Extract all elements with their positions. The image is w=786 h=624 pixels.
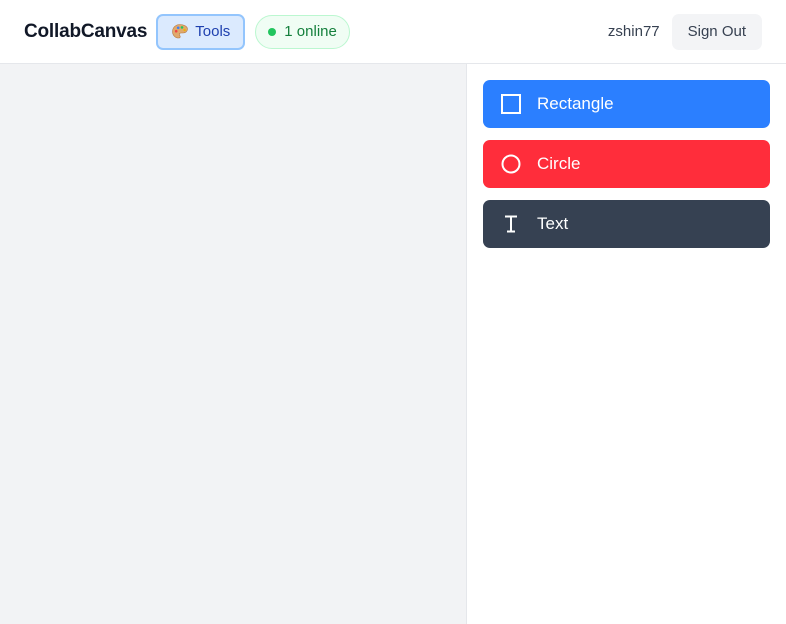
online-status-badge: 1 online: [255, 14, 350, 49]
circle-icon: [501, 154, 521, 174]
tools-toggle-label: Tools: [195, 23, 231, 40]
text-tool-label: Text: [537, 214, 569, 233]
circle-tool-button[interactable]: Circle: [483, 140, 770, 188]
text-cursor-icon: [501, 214, 521, 234]
square-icon: [501, 94, 521, 114]
tools-toggle-button[interactable]: Tools: [156, 13, 246, 50]
rectangle-tool-button[interactable]: Rectangle: [483, 80, 770, 128]
current-username: zshin77: [607, 23, 660, 40]
palette-icon: [171, 23, 189, 41]
tools-panel: Rectangle Circle Text: [466, 64, 786, 624]
sign-out-button[interactable]: Sign Out: [671, 13, 762, 50]
online-count-label: 1 online: [284, 23, 337, 40]
rectangle-tool-label: Rectangle: [537, 94, 614, 113]
app-root: CollabCanvas Tools 1 online zshin77 Sign…: [0, 0, 786, 624]
online-dot-icon: [268, 27, 277, 36]
circle-tool-label: Circle: [537, 154, 581, 173]
drawing-canvas[interactable]: [0, 64, 466, 624]
top-bar: CollabCanvas Tools 1 online zshin77 Sign…: [0, 0, 786, 64]
app-title: CollabCanvas: [24, 20, 148, 42]
text-tool-button[interactable]: Text: [483, 200, 770, 248]
